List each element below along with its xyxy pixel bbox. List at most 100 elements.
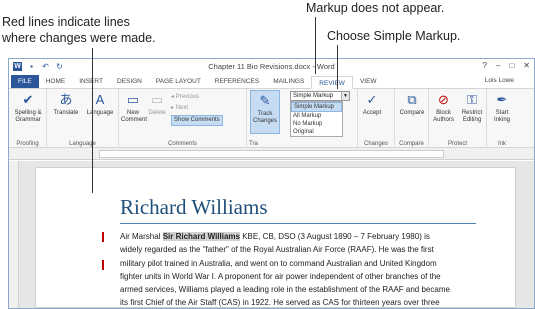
group-protect: ⊘ Block Authors ⚿ Restrict Editing Prote… [429,89,487,148]
restrict-editing-button[interactable]: ⚿ Restrict Editing [458,92,486,124]
callout-red-lines-line1: Red lines indicate lines [2,15,130,29]
accept-button[interactable]: ✓ Accept [360,92,384,117]
tab-references[interactable]: REFERENCES [208,75,266,88]
group-proofing: ✔ Spelling & Grammar Proofing [9,89,47,148]
spelling-grammar-button[interactable]: ✔ Spelling & Grammar [11,92,45,124]
group-language: あ Translate A Language Language [47,89,119,148]
changes-label: Changes [252,118,278,124]
delete-comment-icon: ▭ [150,92,164,107]
markup-select-value: Simple Markup [293,93,334,99]
new-comment-icon: ▭ [126,92,140,107]
minimize-button[interactable]: – [496,61,500,70]
window-controls: ? – □ ✕ [483,61,530,70]
callout-leader-no-markup [315,17,316,74]
help-button[interactable]: ? [483,61,487,70]
block-label: Block [436,110,451,116]
block-authors-button[interactable]: ⊘ Block Authors [430,92,457,124]
callout-leader-red-lines [92,48,93,193]
tab-review[interactable]: REVIEW [311,76,353,89]
delete-comment-button[interactable]: ▭ Delete [147,92,167,117]
heading-underline [120,223,476,224]
group-changes: ✓ Accept Changes [358,89,395,148]
group-compare: ⧉ Compare Compare [395,89,429,148]
language-label: Language [86,110,114,116]
authors-label: Authors [433,117,454,123]
markup-dropdown: Simple Markup All Markup No Markup Origi… [290,101,343,137]
ribbon-tabs: FILE HOME INSERT DESIGN PAGE LAYOUT REFE… [9,75,534,89]
tab-design[interactable]: DESIGN [110,75,149,88]
callout-red-lines: Red lines indicate lines where changes w… [2,14,192,46]
next-label: Next [175,105,189,111]
word-window: W ▪ ↶ ↻ Chapter 11 Bio Revisions.docx - … [8,58,535,309]
user-name[interactable]: Lois Lowe [485,77,514,84]
chevron-down-icon[interactable]: ▼ [341,92,349,100]
track-changes-icon: ✎ [259,93,271,108]
callout-leader-simple-markup [337,45,338,89]
ruler-page-area [99,150,444,158]
markup-option-none[interactable]: No Markup [291,120,342,128]
callout-simple-markup: Choose Simple Markup. [327,29,461,43]
callout-red-lines-line2: where changes were made. [2,31,156,45]
markup-option-all[interactable]: All Markup [291,112,342,120]
close-button[interactable]: ✕ [523,61,530,70]
show-comments-button[interactable]: Show Comments [171,115,223,126]
callout-no-markup: Markup does not appear. [306,1,445,15]
markup-option-original[interactable]: Original [291,128,342,136]
pen-icon: ✒ [496,92,508,107]
document-page[interactable]: Richard Williams Air Marshal Sir Richard… [35,167,516,308]
translate-label: Translate [53,110,79,116]
selected-text[interactable]: Sir Richard Williams [162,232,240,241]
translate-icon: あ [59,92,73,107]
tab-page-layout[interactable]: PAGE LAYOUT [149,75,208,88]
paragraph-text-rest: KBE, CB, DSO (3 August 1890 – 7 February… [120,232,450,308]
language-button[interactable]: A Language [83,92,117,117]
new-comment-button[interactable]: ▭ New Comment [121,92,148,124]
markup-option-simple[interactable]: Simple Markup [291,102,342,112]
previous-label: Previous [175,94,200,100]
title-bar: W ▪ ↶ ↻ Chapter 11 Bio Revisions.docx - … [9,59,534,75]
change-bar [102,260,104,270]
accept-label: Accept [362,110,382,116]
restrict-label: Restrict [461,110,483,116]
group-label-changes: Changes [363,141,389,147]
change-bar [102,232,104,242]
document-heading[interactable]: Richard Williams [120,195,268,220]
spelling-label: Spelling & [14,110,42,116]
previous-comment-button[interactable]: ◂ Previous [171,93,199,101]
language-icon: A [95,92,105,107]
delete-label: Delete [148,110,166,116]
tab-view[interactable]: VIEW [353,75,384,88]
editing-label: Editing [462,117,482,123]
group-label-protect: Protect [447,141,467,147]
horizontal-ruler[interactable] [9,148,534,160]
window-title: Chapter 11 Bio Revisions.docx - Word [208,62,335,71]
group-label-language: Language [69,141,96,147]
translate-button[interactable]: あ Translate [51,92,81,117]
start-label: Start [495,110,509,116]
tab-file[interactable]: FILE [11,75,39,88]
track-label: Track [257,111,273,117]
track-changes-button[interactable]: ✎ Track Changes [250,90,280,134]
group-label-comments: Comments [167,141,197,147]
group-label-tracking: Tra [249,141,258,147]
next-comment-button[interactable]: ▸ Next [171,104,188,112]
group-comments: ▭ New Comment ▭ Delete ◂ Previous ▸ Next… [119,89,247,148]
document-paragraph[interactable]: Air Marshal Sir Richard Williams KBE, CB… [120,230,450,308]
tab-mailings[interactable]: MAILINGS [266,75,311,88]
markup-display-select[interactable]: Simple Markup ▼ [290,91,350,101]
document-area: Richard Williams Air Marshal Sir Richard… [9,161,534,308]
comment-label: Comment [121,117,148,123]
paragraph-text-start: Air Marshal [120,232,163,241]
vertical-ruler[interactable] [9,161,19,308]
group-label-ink: Ink [497,141,506,147]
new-label: New [126,110,139,116]
group-label-proofing: Proofing [16,141,39,147]
inking-label: Inking [493,117,510,123]
restore-button[interactable]: □ [509,61,514,70]
tab-home[interactable]: HOME [39,75,73,88]
ribbon: ✔ Spelling & Grammar Proofing あ Translat… [9,89,534,148]
compare-button[interactable]: ⧉ Compare [397,92,427,117]
group-label-compare: Compare [399,141,424,147]
start-inking-button[interactable]: ✒ Start Inking [488,92,516,124]
block-authors-icon: ⊘ [438,92,449,107]
